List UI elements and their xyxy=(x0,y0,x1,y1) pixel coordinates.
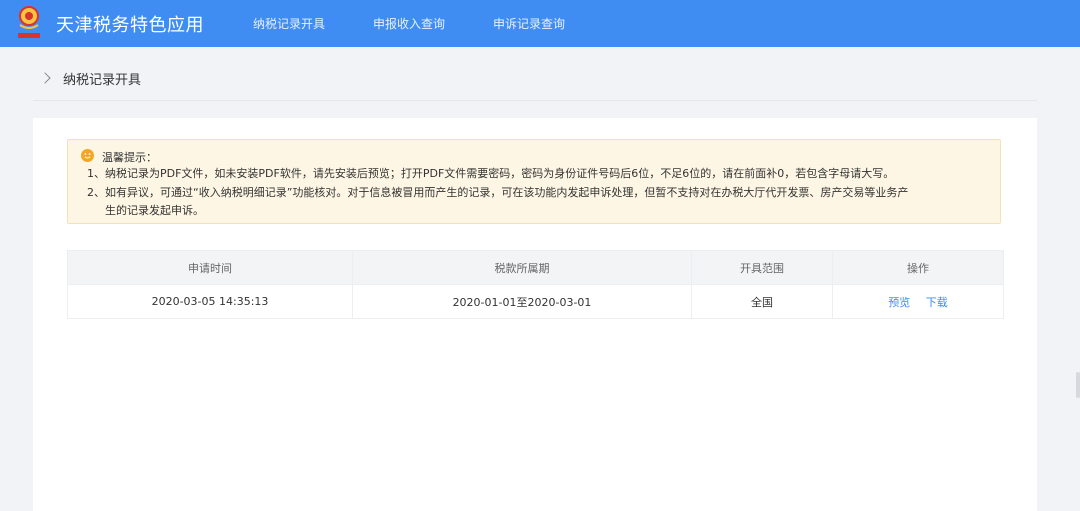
records-table: 申请时间 税款所属期 开具范围 操作 2020-03-05 14:35:13 2… xyxy=(67,250,1004,319)
breadcrumb-current: 纳税记录开具 xyxy=(63,72,142,88)
tax-emblem-icon xyxy=(18,6,40,38)
nav-item-income-query[interactable]: 申报收入查询 xyxy=(373,15,445,32)
chevron-right-icon xyxy=(39,72,51,84)
notice-line-2: 2、如有异议，可通过“收入纳税明细记录”功能核对。对于信息被冒用而产生的记录，可… xyxy=(87,186,909,199)
col-header-apply-time: 申请时间 xyxy=(67,250,353,285)
notice-title: 温馨提示： xyxy=(102,151,157,164)
scrollbar-handle[interactable] xyxy=(1076,372,1080,398)
nav-item-tax-record[interactable]: 纳税记录开具 xyxy=(253,15,325,32)
cell-apply-time: 2020-03-05 14:35:13 xyxy=(67,284,353,319)
cell-actions: 预览 下载 xyxy=(832,284,1004,319)
table-row: 2020-03-05 14:35:13 2020-01-01至2020-03-0… xyxy=(67,284,1004,319)
smile-icon xyxy=(81,149,94,162)
col-header-scope: 开具范围 xyxy=(691,250,833,285)
preview-link[interactable]: 预览 xyxy=(888,296,910,309)
app-title: 天津税务特色应用 xyxy=(56,15,204,36)
notice-line-1: 1、纳税记录为PDF文件，如未安装PDF软件，请先安装后预览；打开PDF文件需要… xyxy=(87,167,895,180)
breadcrumb: 纳税记录开具 xyxy=(33,56,1037,101)
col-header-tax-period: 税款所属期 xyxy=(352,250,692,285)
notice-line-3: 生的记录发起申诉。 xyxy=(105,204,204,217)
nav-item-appeal-query[interactable]: 申诉记录查询 xyxy=(493,15,565,32)
table-header-row: 申请时间 税款所属期 开具范围 操作 xyxy=(67,250,1004,285)
notice-box: 温馨提示： 1、纳税记录为PDF文件，如未安装PDF软件，请先安装后预览；打开P… xyxy=(67,139,1001,224)
content-card: 温馨提示： 1、纳税记录为PDF文件，如未安装PDF软件，请先安装后预览；打开P… xyxy=(33,118,1037,511)
top-navbar: 天津税务特色应用 纳税记录开具 申报收入查询 申诉记录查询 xyxy=(0,0,1080,47)
cell-tax-period: 2020-01-01至2020-03-01 xyxy=(352,284,692,319)
col-header-actions: 操作 xyxy=(832,250,1004,285)
main-nav: 纳税记录开具 申报收入查询 申诉记录查询 xyxy=(253,0,613,47)
cell-scope: 全国 xyxy=(691,284,833,319)
download-link[interactable]: 下载 xyxy=(926,296,948,309)
